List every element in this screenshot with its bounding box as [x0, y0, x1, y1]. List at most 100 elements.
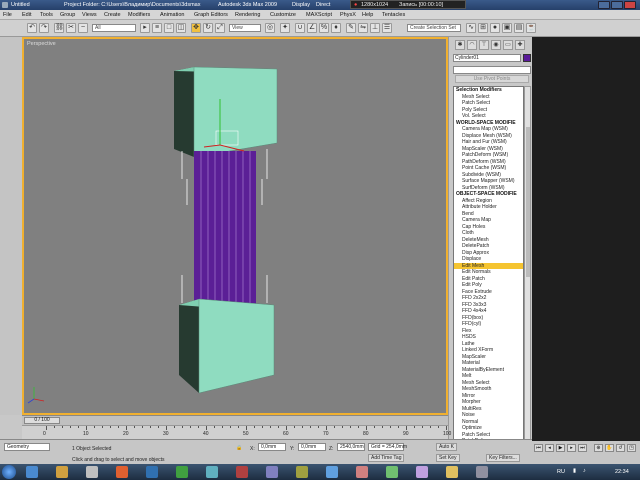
percent-snap-icon[interactable]: %	[319, 23, 329, 33]
menu-help[interactable]: Help	[362, 12, 373, 18]
curve-editor-icon[interactable]: ∿	[466, 23, 476, 33]
menu-animation[interactable]: Animation	[160, 12, 184, 18]
calculator-icon[interactable]	[476, 466, 488, 478]
schematic-view-icon[interactable]: ⊞	[478, 23, 488, 33]
use-pivot-points-button[interactable]: Use Pivot Points	[455, 75, 529, 83]
menu-maxscript[interactable]: MAXScript	[306, 12, 332, 18]
menu-file[interactable]: File	[3, 12, 12, 18]
track-bar[interactable]: 0 10 20 30 40 50 60 70 80 90 100	[22, 425, 451, 439]
modifier-list-dropdown[interactable]	[453, 66, 531, 74]
firefox-icon[interactable]	[116, 466, 128, 478]
time-slider-handle[interactable]: 0 / 100	[24, 417, 60, 424]
align-icon[interactable]: ⊥	[370, 23, 380, 33]
media-player-icon[interactable]	[86, 466, 98, 478]
maximize-button[interactable]	[611, 1, 623, 9]
material-editor-icon[interactable]: ●	[490, 23, 500, 33]
menu-graph-editors[interactable]: Graph Editors	[194, 12, 228, 18]
set-key-button[interactable]: Set Key	[436, 454, 460, 462]
paint-icon[interactable]	[416, 466, 428, 478]
mirror-icon[interactable]: ⇋	[358, 23, 368, 33]
clock[interactable]: 22:34	[615, 469, 629, 475]
select-manipulate-icon[interactable]: ✦	[280, 23, 290, 33]
explorer-icon[interactable]	[56, 466, 68, 478]
motion-tab-icon[interactable]: ◉	[491, 40, 501, 50]
minimize-button[interactable]	[598, 1, 610, 9]
orbit-icon[interactable]: ↺	[616, 444, 625, 452]
utilities-tab-icon[interactable]: ✚	[515, 40, 525, 50]
maximize-viewport-icon[interactable]: ◳	[627, 444, 636, 452]
display-tab-icon[interactable]: ▭	[503, 40, 513, 50]
angle-snap-icon[interactable]: ∠	[307, 23, 317, 33]
3ds-max-icon[interactable]	[206, 466, 218, 478]
z-coord-field[interactable]: 2540,0mm	[337, 443, 365, 451]
select-link-icon[interactable]: ⛓	[54, 23, 64, 33]
pan-icon[interactable]: ✋	[605, 444, 614, 452]
menu-tools[interactable]: Tools	[40, 12, 53, 18]
close-button[interactable]	[624, 1, 636, 9]
render-setup-icon[interactable]: ▣	[502, 23, 512, 33]
rectangular-selection-icon[interactable]: □	[164, 23, 174, 33]
menu-create[interactable]: Create	[104, 12, 121, 18]
quick-render-icon[interactable]: ☕	[526, 23, 536, 33]
next-frame-icon[interactable]: ▸	[567, 444, 576, 452]
time-slider-track[interactable]: 0 / 100	[22, 415, 448, 425]
maxscript-listener-field[interactable]: Geometry	[4, 443, 50, 451]
redo-icon[interactable]: ↷	[39, 23, 49, 33]
select-scale-icon[interactable]: ⤢	[215, 23, 225, 33]
internet-explorer-icon[interactable]	[26, 466, 38, 478]
start-button[interactable]	[2, 465, 16, 479]
selection-filter-dropdown[interactable]: All	[92, 24, 136, 32]
menu-tentacles[interactable]: Tentacles	[382, 12, 405, 18]
menu-views[interactable]: Views	[82, 12, 97, 18]
modify-tab-icon[interactable]: ◠	[467, 40, 477, 50]
bind-space-warp-icon[interactable]: ~	[78, 23, 88, 33]
photoshop-icon[interactable]	[266, 466, 278, 478]
object-name-field[interactable]: Cylinder01	[453, 54, 521, 62]
zoom-icon[interactable]: ⊕	[594, 444, 603, 452]
auto-key-button[interactable]: Auto K	[436, 443, 458, 451]
icq-icon[interactable]	[386, 466, 398, 478]
folder-icon[interactable]	[296, 466, 308, 478]
render-frame-icon[interactable]: ▤	[514, 23, 524, 33]
excel-icon[interactable]	[176, 466, 188, 478]
opera-icon[interactable]	[356, 466, 368, 478]
pivot-center-icon[interactable]: ◎	[265, 23, 275, 33]
select-rotate-icon[interactable]: ↻	[203, 23, 213, 33]
perspective-viewport[interactable]: Perspective	[22, 37, 448, 415]
previous-frame-icon[interactable]: ◂	[545, 444, 554, 452]
notepad-icon[interactable]	[446, 466, 458, 478]
modifier-item[interactable]: Surface Mapper (WSM)	[454, 178, 523, 185]
go-to-end-icon[interactable]: ⏭	[578, 444, 587, 452]
named-selection-icon[interactable]: ✎	[346, 23, 356, 33]
modifier-list-scrollbar[interactable]	[524, 86, 531, 455]
create-tab-icon[interactable]: ✱	[455, 40, 465, 50]
named-selection-set-field[interactable]: Create Selection Set	[407, 24, 461, 32]
select-object-icon[interactable]: ▸	[140, 23, 150, 33]
select-by-name-icon[interactable]: ≡	[152, 23, 162, 33]
key-filters-button[interactable]: Key Filters...	[486, 454, 520, 462]
network-icon[interactable]: ▮	[573, 468, 576, 474]
undo-icon[interactable]: ↶	[27, 23, 37, 33]
scrollbar-thumb[interactable]	[526, 127, 530, 277]
app-logo-icon[interactable]	[2, 2, 8, 8]
language-indicator[interactable]: RU	[557, 469, 565, 475]
menu-group[interactable]: Group	[60, 12, 75, 18]
spinner-snap-icon[interactable]: ♦	[331, 23, 341, 33]
play-icon[interactable]: ▶	[556, 444, 565, 452]
recorder-icon[interactable]	[236, 466, 248, 478]
go-to-start-icon[interactable]: ⏮	[534, 444, 543, 452]
word-icon[interactable]	[146, 466, 158, 478]
reference-coordinate-dropdown[interactable]: View	[229, 24, 261, 32]
menu-customize[interactable]: Customize	[270, 12, 296, 18]
object-color-swatch[interactable]	[523, 54, 531, 62]
snaps-toggle-icon[interactable]: ∪	[295, 23, 305, 33]
skype-icon[interactable]	[326, 466, 338, 478]
lock-selection-icon[interactable]: 🔒	[236, 445, 242, 451]
menu-modifiers[interactable]: Modifiers	[128, 12, 150, 18]
window-crossing-icon[interactable]: ◫	[176, 23, 186, 33]
select-move-icon[interactable]: ✥	[191, 23, 201, 33]
volume-icon[interactable]: ♪	[583, 468, 586, 474]
x-coord-field[interactable]: 0,0mm	[258, 443, 286, 451]
hierarchy-tab-icon[interactable]: ⊤	[479, 40, 489, 50]
menu-physx[interactable]: PhysX	[340, 12, 356, 18]
